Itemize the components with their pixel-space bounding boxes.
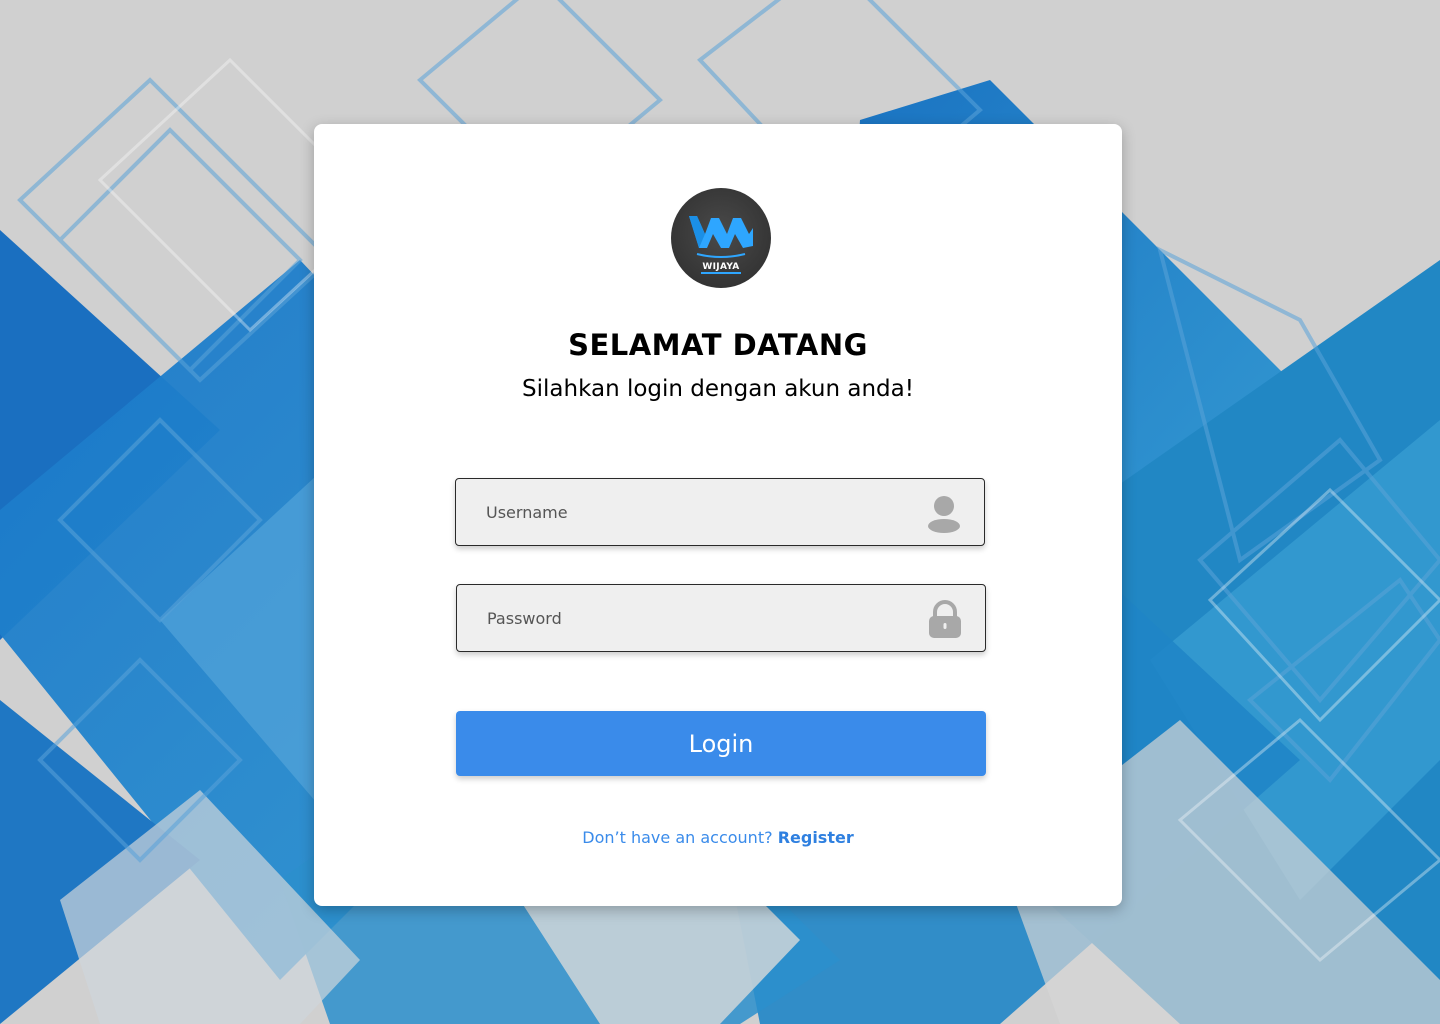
page-subtitle: Silahkan login dengan akun anda! [522,376,914,402]
logo-mark-icon [689,216,753,274]
login-card: WIJAYA SELAMAT DATANG Silahkan login den… [314,124,1122,906]
username-input[interactable] [486,479,906,545]
password-input[interactable] [487,585,907,651]
username-field[interactable] [455,478,985,546]
register-link[interactable]: Register [778,828,854,847]
brand-logo: WIJAYA [671,188,771,288]
lock-icon [929,600,961,638]
login-button[interactable]: Login [456,711,986,776]
page-title: SELAMAT DATANG [568,328,868,362]
register-prompt: Don’t have an account? Register [314,828,1122,847]
logo-text: WIJAYA [702,262,740,272]
password-field[interactable] [456,584,986,652]
register-prompt-text: Don’t have an account? [582,828,773,847]
user-icon [928,496,960,533]
